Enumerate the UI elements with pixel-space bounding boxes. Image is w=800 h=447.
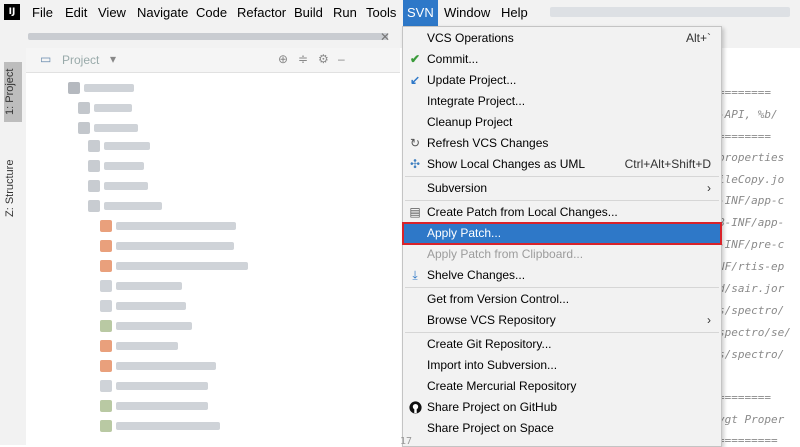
code-line: ygt Proper (718, 413, 785, 426)
menu-item-label: Show Local Changes as UML (427, 157, 586, 171)
window-title-blurred (550, 7, 790, 17)
collapse-icon[interactable]: ≑ (298, 52, 308, 66)
menu-item-show-local-changes-uml[interactable]: ✣ Show Local Changes as UML Ctrl+Alt+Shi… (403, 154, 721, 175)
menu-item-label: Subversion (427, 181, 488, 195)
menu-item-label: Create Mercurial Repository (427, 379, 577, 393)
menu-item-apply-patch-clipboard[interactable]: Apply Patch from Clipboard... (403, 244, 721, 265)
shelve-icon: ⤓ (412, 268, 418, 282)
menu-item-label: Share Project on Space (427, 421, 554, 435)
menu-separator (405, 332, 719, 333)
minimize-icon[interactable]: – (338, 52, 345, 66)
code-line: ======== (718, 86, 771, 99)
menu-item-subversion[interactable]: Subversion › (403, 178, 721, 199)
menu-item-update-project[interactable]: ↙ Update Project... (403, 70, 721, 91)
check-icon: ✔ (409, 52, 421, 66)
menu-separator (405, 176, 719, 177)
chevron-right-icon: › (707, 181, 711, 195)
menu-item-refresh-vcs-changes[interactable]: ↻ Refresh VCS Changes (403, 133, 721, 154)
line-number: 17 (400, 436, 413, 447)
code-line: spectro/se/ (718, 326, 791, 339)
menu-item-create-patch[interactable]: ▤ Create Patch from Local Changes... (403, 202, 721, 223)
code-line: properties (718, 151, 785, 164)
locate-icon[interactable]: ⊕ (278, 52, 288, 66)
code-line: ======== (718, 391, 771, 404)
menu-item-import-into-subversion[interactable]: Import into Subversion... (403, 355, 721, 376)
code-line: s/spectro/ (718, 348, 785, 361)
menu-bar: IJ File Edit View Navigate Code Refactor… (0, 0, 800, 26)
code-line: NF/rtis-ep (718, 260, 785, 273)
menu-item-label: Cleanup Project (427, 115, 513, 129)
menu-code[interactable]: Code (192, 0, 231, 26)
chevron-right-icon: › (707, 313, 711, 327)
svn-dropdown-menu: VCS Operations Alt+` ✔ Commit... ↙ Updat… (402, 26, 722, 447)
project-tool-tab[interactable]: 1: Project (4, 62, 22, 122)
menu-run[interactable]: Run (329, 0, 361, 26)
menu-item-get-from-vcs[interactable]: Get from Version Control... (403, 289, 721, 310)
menu-svn[interactable]: SVN (403, 0, 438, 26)
project-view-icon: ▭ (40, 52, 52, 66)
uml-icon: ✣ (409, 157, 421, 171)
menu-item-label: Integrate Project... (427, 94, 526, 108)
menu-separator (405, 287, 719, 288)
project-panel-header: ▭ Project ▾ ⊕ ≑ ⚙ – (26, 48, 400, 73)
code-line: ======== (718, 130, 771, 143)
menu-item-label: Commit... (427, 52, 479, 66)
menu-separator (405, 200, 719, 201)
menu-item-integrate-project[interactable]: Integrate Project... (403, 91, 721, 112)
menu-navigate[interactable]: Navigate (133, 0, 192, 26)
menu-help[interactable]: Help (497, 0, 532, 26)
menu-item-label: Refresh VCS Changes (427, 136, 549, 150)
menu-item-vcs-operations[interactable]: VCS Operations Alt+` (403, 28, 721, 49)
code-line: ========= (718, 434, 778, 447)
menu-edit[interactable]: Edit (61, 0, 91, 26)
menu-item-label: Share Project on GitHub (427, 400, 558, 414)
structure-tool-tab[interactable]: Z: Structure (4, 148, 22, 228)
menu-item-label: Update Project... (427, 73, 517, 87)
menu-item-share-on-github[interactable]: Share Project on GitHub (403, 397, 721, 418)
patch-icon: ▤ (409, 205, 421, 219)
gear-icon[interactable]: ⚙ (318, 52, 329, 66)
menu-item-label: Create Git Repository... (427, 337, 552, 351)
menu-item-browse-vcs-repository[interactable]: Browse VCS Repository › (403, 310, 721, 331)
close-icon[interactable]: ✕ (380, 30, 390, 44)
menu-file[interactable]: File (28, 0, 57, 26)
menu-item-label: VCS Operations (427, 31, 514, 45)
code-line: d/sair.jor (718, 282, 785, 295)
code-line: B-INF/app- (718, 216, 785, 229)
refresh-icon: ↻ (409, 136, 421, 150)
menu-tools[interactable]: Tools (362, 0, 400, 26)
menu-window[interactable]: Window (440, 0, 494, 26)
menu-item-label: Create Patch from Local Changes... (427, 205, 618, 219)
code-line: ileCopy.jo (718, 173, 785, 186)
tool-window-strip: 1: Project Z: Structure (0, 48, 27, 445)
chevron-down-icon[interactable]: ▾ (110, 52, 116, 66)
menu-item-shortcut: Ctrl+Alt+Shift+D (624, 157, 711, 171)
menu-item-shelve-changes[interactable]: ⤓ Shelve Changes... (403, 265, 721, 286)
menu-item-label: Get from Version Control... (427, 292, 570, 306)
menu-item-create-git-repository[interactable]: Create Git Repository... (403, 334, 721, 355)
code-line: -API, %b/ (718, 108, 778, 121)
code-line: -INF/pre-c (718, 238, 785, 251)
update-arrow-icon: ↙ (409, 73, 421, 87)
menu-item-label: Import into Subversion... (427, 358, 558, 372)
menu-item-share-on-space[interactable]: Share Project on Space (403, 418, 721, 439)
breadcrumb-blurred (28, 33, 388, 40)
project-tree[interactable] (26, 73, 400, 445)
menu-item-label: Shelve Changes... (427, 268, 526, 282)
menu-item-shortcut: Alt+` (685, 31, 711, 45)
menu-item-label: Browse VCS Repository (427, 313, 556, 327)
menu-item-create-mercurial-repository[interactable]: Create Mercurial Repository (403, 376, 721, 397)
intellij-logo-icon: IJ (4, 4, 20, 20)
code-line: s/spectro/ (718, 304, 785, 317)
menu-item-apply-patch[interactable]: Apply Patch... (402, 222, 722, 245)
menu-build[interactable]: Build (290, 0, 327, 26)
menu-item-label: Apply Patch... (427, 226, 502, 240)
menu-view[interactable]: View (94, 0, 130, 26)
menu-item-commit[interactable]: ✔ Commit... (403, 49, 721, 70)
project-panel-title[interactable]: Project (62, 53, 99, 67)
menu-item-cleanup-project[interactable]: Cleanup Project (403, 112, 721, 133)
menu-refactor[interactable]: Refactor (233, 0, 290, 26)
code-line: -INF/app-c (718, 194, 785, 207)
menu-item-label: Apply Patch from Clipboard... (427, 247, 584, 261)
